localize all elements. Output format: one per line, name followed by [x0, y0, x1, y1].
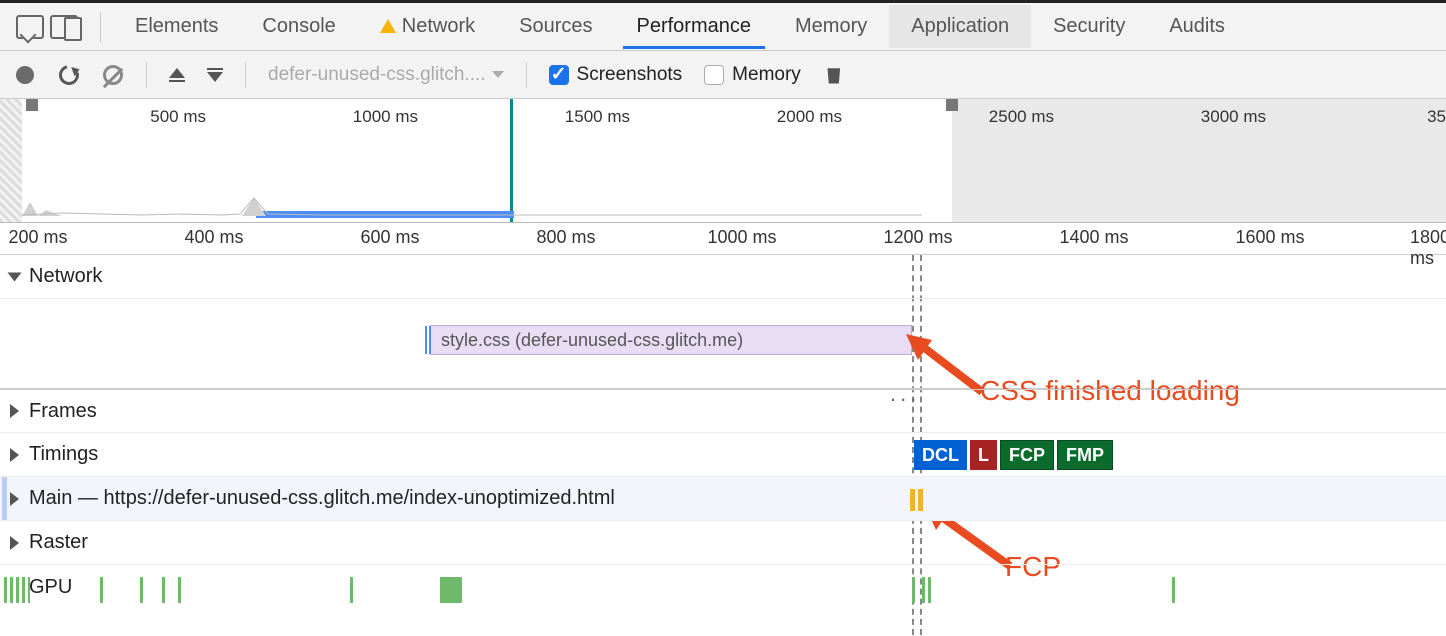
chevron-down-icon [492, 71, 504, 78]
track-timings-header[interactable]: Timings DCL L FCP FMP [0, 433, 1446, 477]
separator [526, 62, 527, 88]
ruler-tick-label: 200 ms [8, 227, 67, 248]
main-task-bar [918, 489, 923, 511]
track-main-header[interactable]: Main — https://defer-unused-css.glitch.m… [0, 477, 1446, 521]
tab-elements[interactable]: Elements [113, 5, 240, 48]
overview-tick-label: 2500 ms [989, 107, 1054, 127]
disclosure-triangle-icon [10, 492, 19, 506]
memory-checkbox[interactable]: Memory [704, 64, 801, 86]
ruler-tick-label: 1600 ms [1235, 227, 1304, 248]
track-timings-label: Timings [29, 443, 98, 466]
track-gpu-header[interactable]: GPU [0, 565, 1446, 609]
gpu-task [922, 577, 925, 603]
gpu-task [100, 577, 103, 603]
ruler-tick-label: 400 ms [184, 227, 243, 248]
tab-audits[interactable]: Audits [1147, 5, 1247, 48]
overview-tick-label: 35 [1427, 107, 1446, 127]
clear-button[interactable] [102, 64, 124, 86]
memory-label: Memory [732, 64, 801, 86]
disclosure-triangle-icon [8, 272, 22, 281]
checkbox-off-icon [704, 65, 724, 85]
inspect-icon[interactable] [16, 15, 44, 39]
overview-strip[interactable]: 500 ms 1000 ms 1500 ms 2000 ms 2500 ms 3… [0, 99, 1446, 223]
separator [146, 62, 147, 88]
timing-badge-fmp[interactable]: FMP [1057, 440, 1113, 470]
track-network-header[interactable]: Network [0, 255, 1446, 299]
overview-tick-label: 1500 ms [565, 107, 630, 127]
track-main-label: Main — https://defer-unused-css.glitch.m… [29, 487, 615, 510]
overview-tick-label: 1000 ms [353, 107, 418, 127]
checkbox-on-icon: ✓ [549, 65, 569, 85]
gpu-task [440, 577, 462, 603]
gpu-task [912, 577, 915, 603]
gpu-task [162, 577, 165, 603]
timing-badge-fcp[interactable]: FCP [1000, 440, 1054, 470]
timeline-ruler[interactable]: 200 ms 400 ms 600 ms 800 ms 1000 ms 1200… [0, 223, 1446, 255]
network-request-label: style.css (defer-unused-css.glitch.me) [441, 330, 743, 351]
track-network-label: Network [29, 265, 102, 288]
tab-application[interactable]: Application [889, 5, 1031, 48]
reload-button[interactable] [58, 64, 80, 86]
tab-sources[interactable]: Sources [497, 5, 614, 48]
separator [245, 62, 246, 88]
gpu-task [140, 577, 143, 603]
tab-security[interactable]: Security [1031, 5, 1147, 48]
trash-icon [825, 66, 843, 84]
gpu-task [1172, 577, 1175, 603]
ruler-tick-label: 800 ms [536, 227, 595, 248]
tab-performance[interactable]: Performance [615, 5, 774, 48]
network-request-queued [425, 326, 431, 354]
download-icon [207, 72, 223, 82]
recording-label: defer-unused-css.glitch.... [268, 64, 486, 86]
ruler-tick-label: 1400 ms [1059, 227, 1128, 248]
recording-selector[interactable]: defer-unused-css.glitch.... [268, 64, 504, 86]
track-frames-label: Frames [29, 400, 97, 423]
overview-window-handle-left[interactable] [26, 99, 38, 111]
overview-tick-label: 2000 ms [777, 107, 842, 127]
track-raster-label: Raster [29, 531, 88, 554]
track-main-activity-thumb [2, 477, 7, 520]
tab-network-label: Network [402, 15, 475, 37]
warning-icon [380, 19, 396, 33]
ruler-tick-label: 1200 ms [883, 227, 952, 248]
gpu-task [350, 577, 353, 603]
main-task-bar [910, 489, 915, 511]
save-profile-button[interactable] [207, 68, 223, 82]
flame-chart[interactable]: Network style.css (defer-unused-css.glit… [0, 255, 1446, 635]
disclosure-triangle-icon [10, 448, 19, 462]
overview-tick-label: 3000 ms [1201, 107, 1266, 127]
gpu-task [178, 577, 181, 603]
gpu-idle-hatch [4, 577, 30, 603]
overview-tick-label: 500 ms [150, 107, 206, 127]
gpu-task [928, 577, 931, 603]
track-frames-header[interactable]: Frames [0, 389, 1446, 433]
gc-button[interactable] [823, 64, 845, 86]
divider [100, 12, 101, 42]
ruler-tick-label: 600 ms [360, 227, 419, 248]
load-profile-button[interactable] [169, 68, 185, 82]
overview-shade-left [0, 99, 22, 222]
disclosure-triangle-icon [10, 404, 19, 418]
ruler-tick-label: 1000 ms [707, 227, 776, 248]
device-toggle-icon[interactable] [50, 15, 78, 39]
screenshots-label: Screenshots [577, 64, 683, 86]
overview-cpu-sparkline [22, 196, 922, 216]
track-raster-header[interactable]: Raster [0, 521, 1446, 565]
disclosure-triangle-icon [10, 536, 19, 550]
upload-icon [169, 68, 185, 78]
tab-memory[interactable]: Memory [773, 5, 889, 48]
devtools-tabs: Elements Console Network Sources Perform… [0, 3, 1446, 51]
track-gpu-label: GPU [29, 576, 72, 599]
record-button[interactable] [14, 64, 36, 86]
timing-badge-dcl[interactable]: DCL [914, 440, 967, 470]
track-network-lane: style.css (defer-unused-css.glitch.me) [0, 299, 1446, 389]
tab-network[interactable]: Network [358, 5, 497, 48]
screenshots-checkbox[interactable]: ✓ Screenshots [549, 64, 683, 86]
network-request-stylecss[interactable]: style.css (defer-unused-css.glitch.me) [430, 325, 912, 355]
performance-toolbar: defer-unused-css.glitch.... ✓ Screenshot… [0, 51, 1446, 99]
timing-badge-l[interactable]: L [970, 440, 997, 470]
overview-window-handle-right[interactable] [946, 99, 958, 111]
tab-console[interactable]: Console [240, 5, 357, 48]
